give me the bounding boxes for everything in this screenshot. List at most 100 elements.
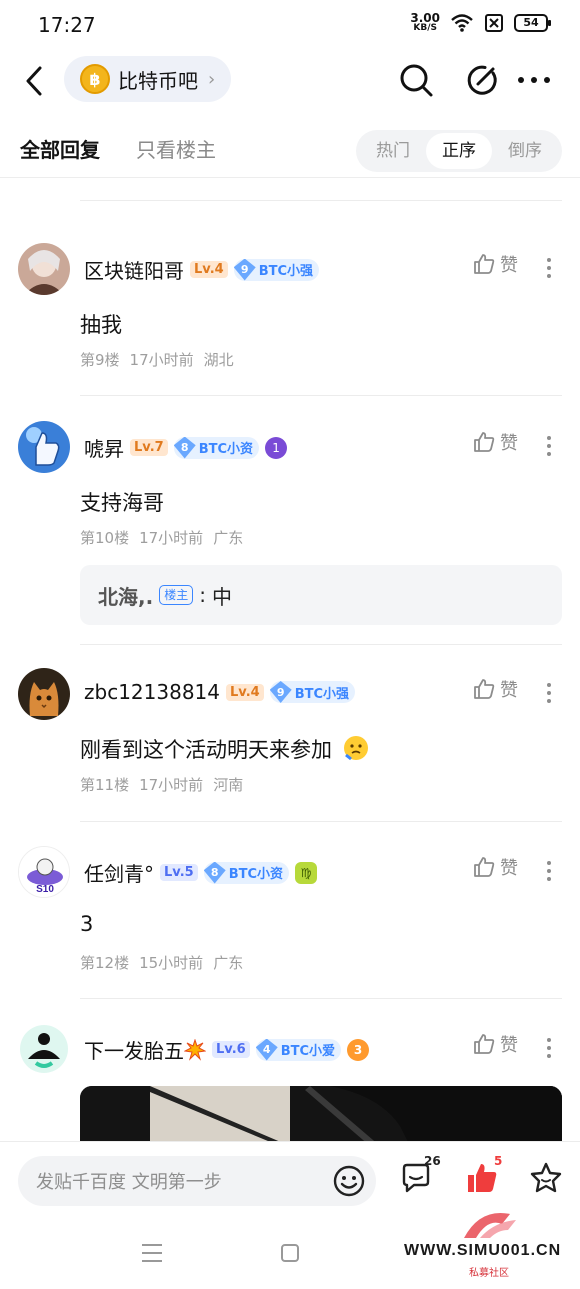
- like-thread-button[interactable]: 5: [464, 1154, 504, 1200]
- diamond-icon: 8: [203, 861, 226, 884]
- reply-time: 17小时前: [129, 351, 194, 369]
- username[interactable]: 唬昇: [84, 433, 124, 462]
- avatar[interactable]: [18, 421, 70, 473]
- reply-more-button[interactable]: [540, 676, 558, 710]
- floor-number: 第9楼: [80, 351, 120, 369]
- reply-time: 17小时前: [139, 776, 204, 794]
- thumbs-up-icon: [474, 1034, 495, 1054]
- level-badge: Lv.6: [212, 1041, 250, 1058]
- forum-name: 比特币吧: [118, 68, 198, 93]
- reply-content: 抽我: [80, 313, 122, 337]
- search-button[interactable]: [396, 60, 436, 100]
- wifi-icon: [451, 13, 473, 32]
- divider: [80, 644, 562, 645]
- gamepad-badge-icon: 3: [347, 1038, 370, 1061]
- reply-content-text: 刚看到这个活动明天来参加: [80, 738, 332, 762]
- sub-reply-author[interactable]: 北海,.: [98, 581, 153, 610]
- reply-meta: 第10楼 17小时前 广东: [80, 527, 243, 548]
- sub-reply[interactable]: 北海,. 楼主 : 中: [80, 565, 562, 625]
- rank-medal-icon: 1: [265, 436, 288, 459]
- reply-location: 广东: [213, 529, 244, 547]
- reply-more-button[interactable]: [540, 251, 558, 285]
- diamond-icon: 9: [269, 681, 292, 703]
- username[interactable]: 任剑青°: [84, 858, 154, 887]
- reply-location: 河南: [213, 776, 244, 794]
- username[interactable]: zbc12138814: [84, 680, 220, 704]
- sort-descending[interactable]: 倒序: [492, 133, 558, 169]
- user-info: 下一发胎五 Lv.6 4 BTC小爱 3: [84, 1035, 370, 1064]
- more-horizontal-icon: [518, 77, 550, 83]
- reply-meta: 第11楼 17小时前 河南: [80, 774, 243, 795]
- avatar[interactable]: [18, 668, 70, 720]
- tab-all-replies[interactable]: 全部回复: [20, 134, 100, 163]
- sort-ascending[interactable]: 正序: [426, 133, 492, 169]
- watermark-subtitle: 私募社区: [469, 1268, 509, 1279]
- like-label: 赞: [500, 1035, 518, 1056]
- like-button[interactable]: 赞: [472, 251, 518, 277]
- floor-number: 第11楼: [80, 776, 130, 794]
- member-title-badge: 8 BTC小资: [173, 436, 260, 459]
- like-button[interactable]: 赞: [472, 429, 518, 455]
- watermark-logo-icon: [464, 1213, 516, 1238]
- battery-icon: 54: [514, 13, 551, 32]
- like-label: 赞: [500, 433, 518, 454]
- floor-number: 第10楼: [80, 529, 130, 547]
- username[interactable]: 区块链阳哥: [84, 255, 184, 284]
- avatar[interactable]: [18, 1023, 70, 1075]
- status-time: 17:27: [38, 13, 96, 37]
- site-watermark: WWW.SIMU001.CN 私募社区: [404, 1208, 574, 1284]
- more-options-button[interactable]: [514, 60, 554, 100]
- level-badge: Lv.5: [160, 864, 198, 881]
- emoji-icon[interactable]: [332, 1164, 366, 1198]
- home-icon[interactable]: [280, 1243, 300, 1263]
- avatar[interactable]: S10: [18, 846, 70, 898]
- network-speed: 3.00 KB/S: [410, 12, 440, 33]
- like-button[interactable]: 赞: [472, 854, 518, 880]
- status-bar: 17:27 3.00 KB/S 54: [0, 0, 580, 52]
- zodiac-virgo-icon: ♍: [295, 861, 318, 884]
- diamond-icon: 9: [233, 258, 256, 281]
- divider: [80, 821, 562, 822]
- bitcoin-logo-icon: ฿: [80, 64, 110, 94]
- sort-hot[interactable]: 热门: [360, 133, 426, 169]
- forum-pill[interactable]: ฿ 比特币吧 ›: [64, 56, 232, 102]
- menu-icon[interactable]: [140, 1241, 164, 1265]
- thumbs-up-icon: [474, 679, 495, 699]
- user-info: zbc12138814 Lv.4 9 BTC小强: [84, 680, 356, 704]
- avatar[interactable]: [18, 243, 70, 295]
- reply-meta: 第12楼 15小时前 广东: [80, 952, 243, 973]
- explosion-emoji-icon: [183, 1038, 207, 1061]
- reply-more-button[interactable]: [540, 1031, 558, 1065]
- back-arrow-icon[interactable]: [20, 64, 50, 98]
- status-icons: 3.00 KB/S 54: [410, 12, 551, 33]
- comment-placeholder: 发贴千百度 文明第一步: [36, 1172, 222, 1193]
- reply-more-button[interactable]: [540, 854, 558, 888]
- member-title: BTC小强: [294, 686, 350, 702]
- reply-image[interactable]: [80, 1086, 562, 1146]
- comments-button[interactable]: 26: [398, 1154, 441, 1200]
- favorite-button[interactable]: [528, 1160, 568, 1200]
- user-info: 任剑青° Lv.5 8 BTC小资 ♍: [84, 858, 318, 887]
- edit-post-button[interactable]: [462, 60, 502, 100]
- sub-reply-colon: :: [199, 583, 206, 607]
- reply-more-button[interactable]: [540, 429, 558, 463]
- member-title-badge: 8 BTC小资: [203, 861, 290, 884]
- level-badge: Lv.7: [130, 439, 168, 456]
- host-tag: 楼主: [159, 585, 194, 605]
- reply-filter-bar: 全部回复 只看楼主 热门 正序 倒序: [0, 122, 580, 178]
- like-button[interactable]: 赞: [472, 676, 518, 702]
- comment-input[interactable]: 发贴千百度 文明第一步: [18, 1156, 376, 1206]
- sort-toggle: 热门 正序 倒序: [356, 130, 562, 172]
- reply-meta: 第9楼 17小时前 湖北: [80, 349, 234, 370]
- thumbs-up-icon: [474, 432, 495, 452]
- watermark-text: WWW.SIMU001.CN: [404, 1242, 562, 1259]
- like-count: 5: [494, 1154, 503, 1168]
- reply-time: 15小时前: [139, 954, 204, 972]
- diamond-icon: 8: [173, 436, 196, 459]
- username[interactable]: 下一发胎五: [84, 1035, 207, 1064]
- tab-host-only[interactable]: 只看楼主: [136, 134, 216, 163]
- chevron-right-icon: ›: [208, 68, 216, 90]
- bottom-action-bar: 发贴千百度 文明第一步 26 5: [0, 1141, 580, 1217]
- like-button[interactable]: 赞: [472, 1031, 518, 1057]
- star-icon: [530, 1162, 562, 1193]
